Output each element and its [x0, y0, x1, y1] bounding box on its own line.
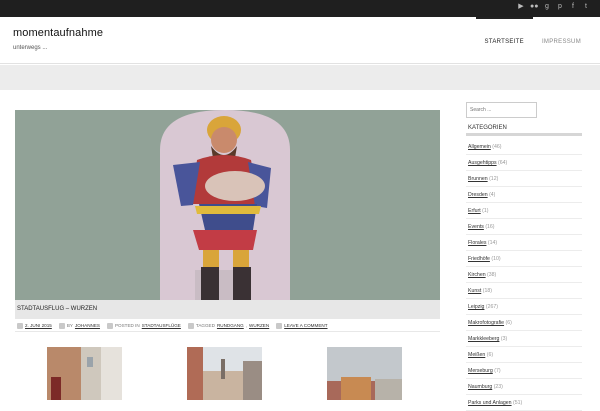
posted-in-label: POSTED IN: [114, 322, 140, 328]
category-item: Erfurt (1): [466, 203, 582, 219]
category-link-markkleeberg[interactable]: Markkleeberg: [468, 336, 499, 342]
post-meta: 2. JUNI 2015 BY JOHANNES POSTED IN STADTAU…: [15, 320, 440, 332]
youtube-icon[interactable]: ▶: [517, 3, 525, 11]
category-link-parks-und-anlagen[interactable]: Parks und Anlagen: [468, 400, 512, 406]
category-item: Ausgehtipps (64): [466, 155, 582, 171]
category-count: (46): [492, 144, 502, 150]
category-count: (14): [487, 240, 498, 246]
gallery-thumbnails: [15, 347, 440, 400]
category-count: (12): [489, 176, 499, 182]
category-link-kirchen[interactable]: Kirchen: [468, 272, 486, 278]
category-count: (16): [485, 224, 495, 230]
tag-link-wurzen[interactable]: WURZEN: [249, 320, 269, 332]
search-input[interactable]: [466, 102, 537, 118]
category-count: (10): [491, 256, 501, 262]
category-list: Allgemein (46) Ausgehtipps (64) Brunnen …: [466, 139, 582, 411]
category-link-ausgehtipps[interactable]: Ausgehtipps: [468, 160, 497, 166]
category-item: Kirchen (38): [466, 267, 582, 283]
category-link-erfurt[interactable]: Erfurt: [468, 208, 481, 214]
flickr-icon[interactable]: ●●: [530, 3, 538, 11]
site-tagline: unterwegs ...: [13, 45, 48, 51]
facebook-icon[interactable]: f: [569, 3, 577, 11]
post-title[interactable]: STADTAUSFLUG – WURZEN: [15, 300, 440, 319]
leave-comment-link[interactable]: LEAVE A COMMENT: [284, 320, 327, 332]
category-item: Dresden (4): [466, 187, 582, 203]
category-item: Florales (14): [466, 235, 582, 251]
gallery-thumbnail[interactable]: [47, 347, 122, 400]
category-item: Leipzig (267): [466, 299, 582, 315]
main-nav: STARTSEITE IMPRESSUM: [475, 17, 591, 64]
category-item: Naumburg (23): [466, 379, 582, 395]
category-link-dresden[interactable]: Dresden: [468, 192, 488, 198]
category-link-meissen[interactable]: Meißen: [468, 352, 485, 358]
category-item: Brunnen (12): [466, 171, 582, 187]
category-link-events[interactable]: Events: [468, 224, 484, 230]
category-count: (7): [494, 368, 501, 374]
header-band: [0, 65, 600, 90]
category-item: Parks und Anlagen (51): [466, 395, 582, 411]
by-label: BY: [66, 322, 73, 328]
sidebar: KATEGORIEN Allgemein (46) Ausgehtipps (6…: [466, 98, 582, 411]
category-link-kunst[interactable]: Kunst: [468, 288, 481, 294]
hero-image-art: [15, 110, 440, 300]
category-link-merseburg[interactable]: Merseburg: [468, 368, 493, 374]
category-count: (3): [500, 336, 508, 342]
comment-icon: [276, 322, 283, 329]
user-icon: [58, 322, 65, 329]
category-count: (6): [486, 352, 494, 358]
category-item: Events (16): [466, 219, 582, 235]
gallery-thumbnail[interactable]: [327, 347, 402, 400]
categories-heading: KATEGORIEN: [466, 121, 582, 136]
gallery-thumbnail[interactable]: [187, 347, 262, 400]
category-count: (51): [513, 400, 523, 406]
category-count: (18): [482, 288, 492, 294]
top-bar: ▶ ●● g p f t: [0, 0, 600, 17]
folder-icon: [106, 322, 113, 329]
category-link-brunnen[interactable]: Brunnen: [468, 176, 488, 182]
category-link-leipzig[interactable]: Leipzig: [468, 304, 484, 310]
category-item: Markkleeberg (3): [466, 331, 582, 347]
category-item: Friedhöfe (10): [466, 251, 582, 267]
nav-impressum[interactable]: IMPRESSUM: [533, 17, 590, 64]
tag-separator: ,: [245, 322, 248, 328]
category-count: (38): [487, 272, 497, 278]
category-count: (23): [493, 384, 503, 390]
tag-icon: [187, 322, 194, 329]
author-link[interactable]: JOHANNES: [75, 320, 100, 332]
tagged-label: TAGGED: [195, 322, 215, 328]
main-content: STADTAUSFLUG – WURZEN 2. JUNI 2015 BY JOH…: [15, 110, 440, 332]
category-count: (267): [485, 304, 499, 310]
twitter-icon[interactable]: t: [582, 3, 590, 11]
category-count: (6): [505, 320, 512, 326]
nav-startseite[interactable]: STARTSEITE: [475, 17, 533, 64]
post-date-link[interactable]: 2. JUNI 2015: [25, 320, 52, 332]
category-link-makrofotografie[interactable]: Makrofotografie: [468, 320, 504, 326]
category-item: Meißen (6): [466, 347, 582, 363]
post-featured-image[interactable]: [15, 110, 440, 300]
site-title[interactable]: momentaufnahme: [13, 27, 103, 39]
pinterest-icon[interactable]: p: [556, 3, 564, 11]
category-link-friedhoefe[interactable]: Friedhöfe: [468, 256, 490, 262]
social-icons: ▶ ●● g p f t: [517, 3, 590, 11]
category-link-naumburg[interactable]: Naumburg: [468, 384, 492, 390]
category-link-allgemein[interactable]: Allgemein: [468, 144, 491, 150]
category-item: Merseburg (7): [466, 363, 582, 379]
category-item: Allgemein (46): [466, 139, 582, 155]
category-item: Makrofotografie (6): [466, 315, 582, 331]
category-item: Kunst (18): [466, 283, 582, 299]
tag-link-rundgang[interactable]: RUNDGANG: [217, 320, 244, 332]
site-header: momentaufnahme unterwegs ... STARTSEITE …: [0, 17, 600, 64]
google-plus-icon[interactable]: g: [543, 3, 551, 11]
category-count: (64): [498, 160, 508, 166]
category-count: (1): [482, 208, 489, 214]
calendar-icon: [17, 322, 23, 329]
category-count: (4): [489, 192, 496, 198]
category-link-florales[interactable]: Florales: [468, 240, 486, 246]
category-link[interactable]: STADTAUSFLÜGE: [142, 320, 181, 332]
